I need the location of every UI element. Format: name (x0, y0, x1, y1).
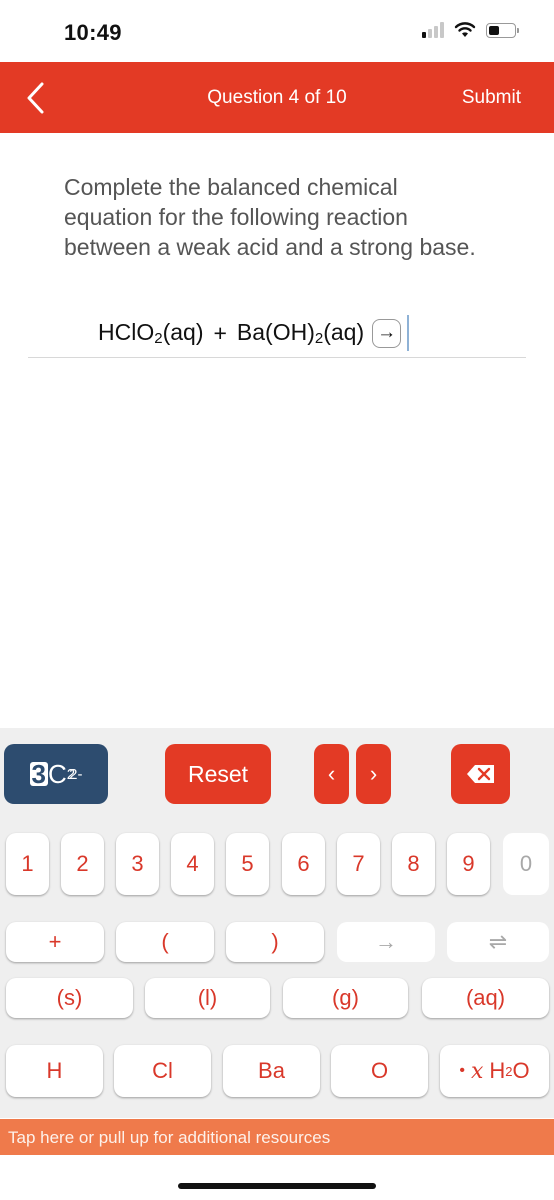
reaction-arrow[interactable]: → (372, 318, 402, 348)
plus-sign: + (213, 319, 227, 346)
key-element-cl[interactable]: Cl (114, 1045, 211, 1097)
delete-button[interactable] (451, 744, 510, 804)
key-digit-7[interactable]: 7 (337, 833, 380, 895)
status-bar: 10:49 (0, 0, 554, 62)
equation-input[interactable]: HClO2(aq) + Ba(OH)2(aq) → (98, 315, 410, 351)
formula-template-button[interactable]: 3 C 2 2- (4, 744, 108, 804)
key-element-h[interactable]: H (6, 1045, 103, 1097)
equation-underline (28, 357, 526, 358)
reactant-2: Ba(OH)2(aq) (236, 319, 365, 347)
key-hydrate[interactable]: • x H 2 O (440, 1045, 549, 1097)
cursor-left-button[interactable]: ‹ (314, 744, 349, 804)
battery-icon (486, 22, 519, 38)
key-element-o[interactable]: O (331, 1045, 428, 1097)
wifi-icon (454, 22, 476, 37)
key-equilibrium[interactable]: ⇌ (447, 922, 549, 962)
status-time: 10:49 (64, 20, 122, 45)
reactant-1: HClO2(aq) (98, 319, 204, 347)
reset-button[interactable]: Reset (165, 744, 271, 804)
key-state-liquid[interactable]: (l) (145, 978, 270, 1018)
key-digit-5[interactable]: 5 (226, 833, 269, 895)
key-digit-4[interactable]: 4 (171, 833, 214, 895)
home-indicator[interactable] (178, 1183, 376, 1189)
submit-button[interactable]: Submit (462, 87, 521, 109)
key-state-aqueous[interactable]: (aq) (422, 978, 549, 1018)
chevron-right-icon: › (369, 761, 378, 786)
key-plus[interactable]: + (6, 922, 104, 962)
cursor-right-button[interactable]: › (356, 744, 391, 804)
key-digit-6[interactable]: 6 (282, 833, 325, 895)
status-icons (422, 22, 519, 38)
key-digit-9[interactable]: 9 (447, 833, 490, 895)
nav-bar: Question 4 of 10 Submit (0, 62, 554, 133)
key-arrow[interactable]: → (337, 922, 435, 962)
key-state-solid[interactable]: (s) (6, 978, 133, 1018)
key-element-ba[interactable]: Ba (223, 1045, 320, 1097)
key-state-gas[interactable]: (g) (283, 978, 408, 1018)
chemistry-keyboard: 3 C 2 2- Reset ‹ › 1 2 3 4 5 6 7 8 9 0 + ( … (0, 728, 554, 1118)
key-digit-1[interactable]: 1 (6, 833, 49, 895)
text-cursor (407, 315, 410, 351)
question-prompt: Complete the balanced chemical equation … (64, 174, 476, 260)
key-digit-2[interactable]: 2 (61, 833, 104, 895)
key-open-paren[interactable]: ( (116, 922, 214, 962)
key-close-paren[interactable]: ) (226, 922, 324, 962)
key-digit-0[interactable]: 0 (503, 833, 549, 895)
chevron-left-icon: ‹ (327, 761, 336, 786)
additional-resources-bar[interactable]: Tap here or pull up for additional resou… (0, 1119, 554, 1155)
key-digit-8[interactable]: 8 (392, 833, 435, 895)
cellular-signal-icon (422, 22, 444, 38)
key-digit-3[interactable]: 3 (116, 833, 159, 895)
backspace-icon (466, 765, 494, 783)
